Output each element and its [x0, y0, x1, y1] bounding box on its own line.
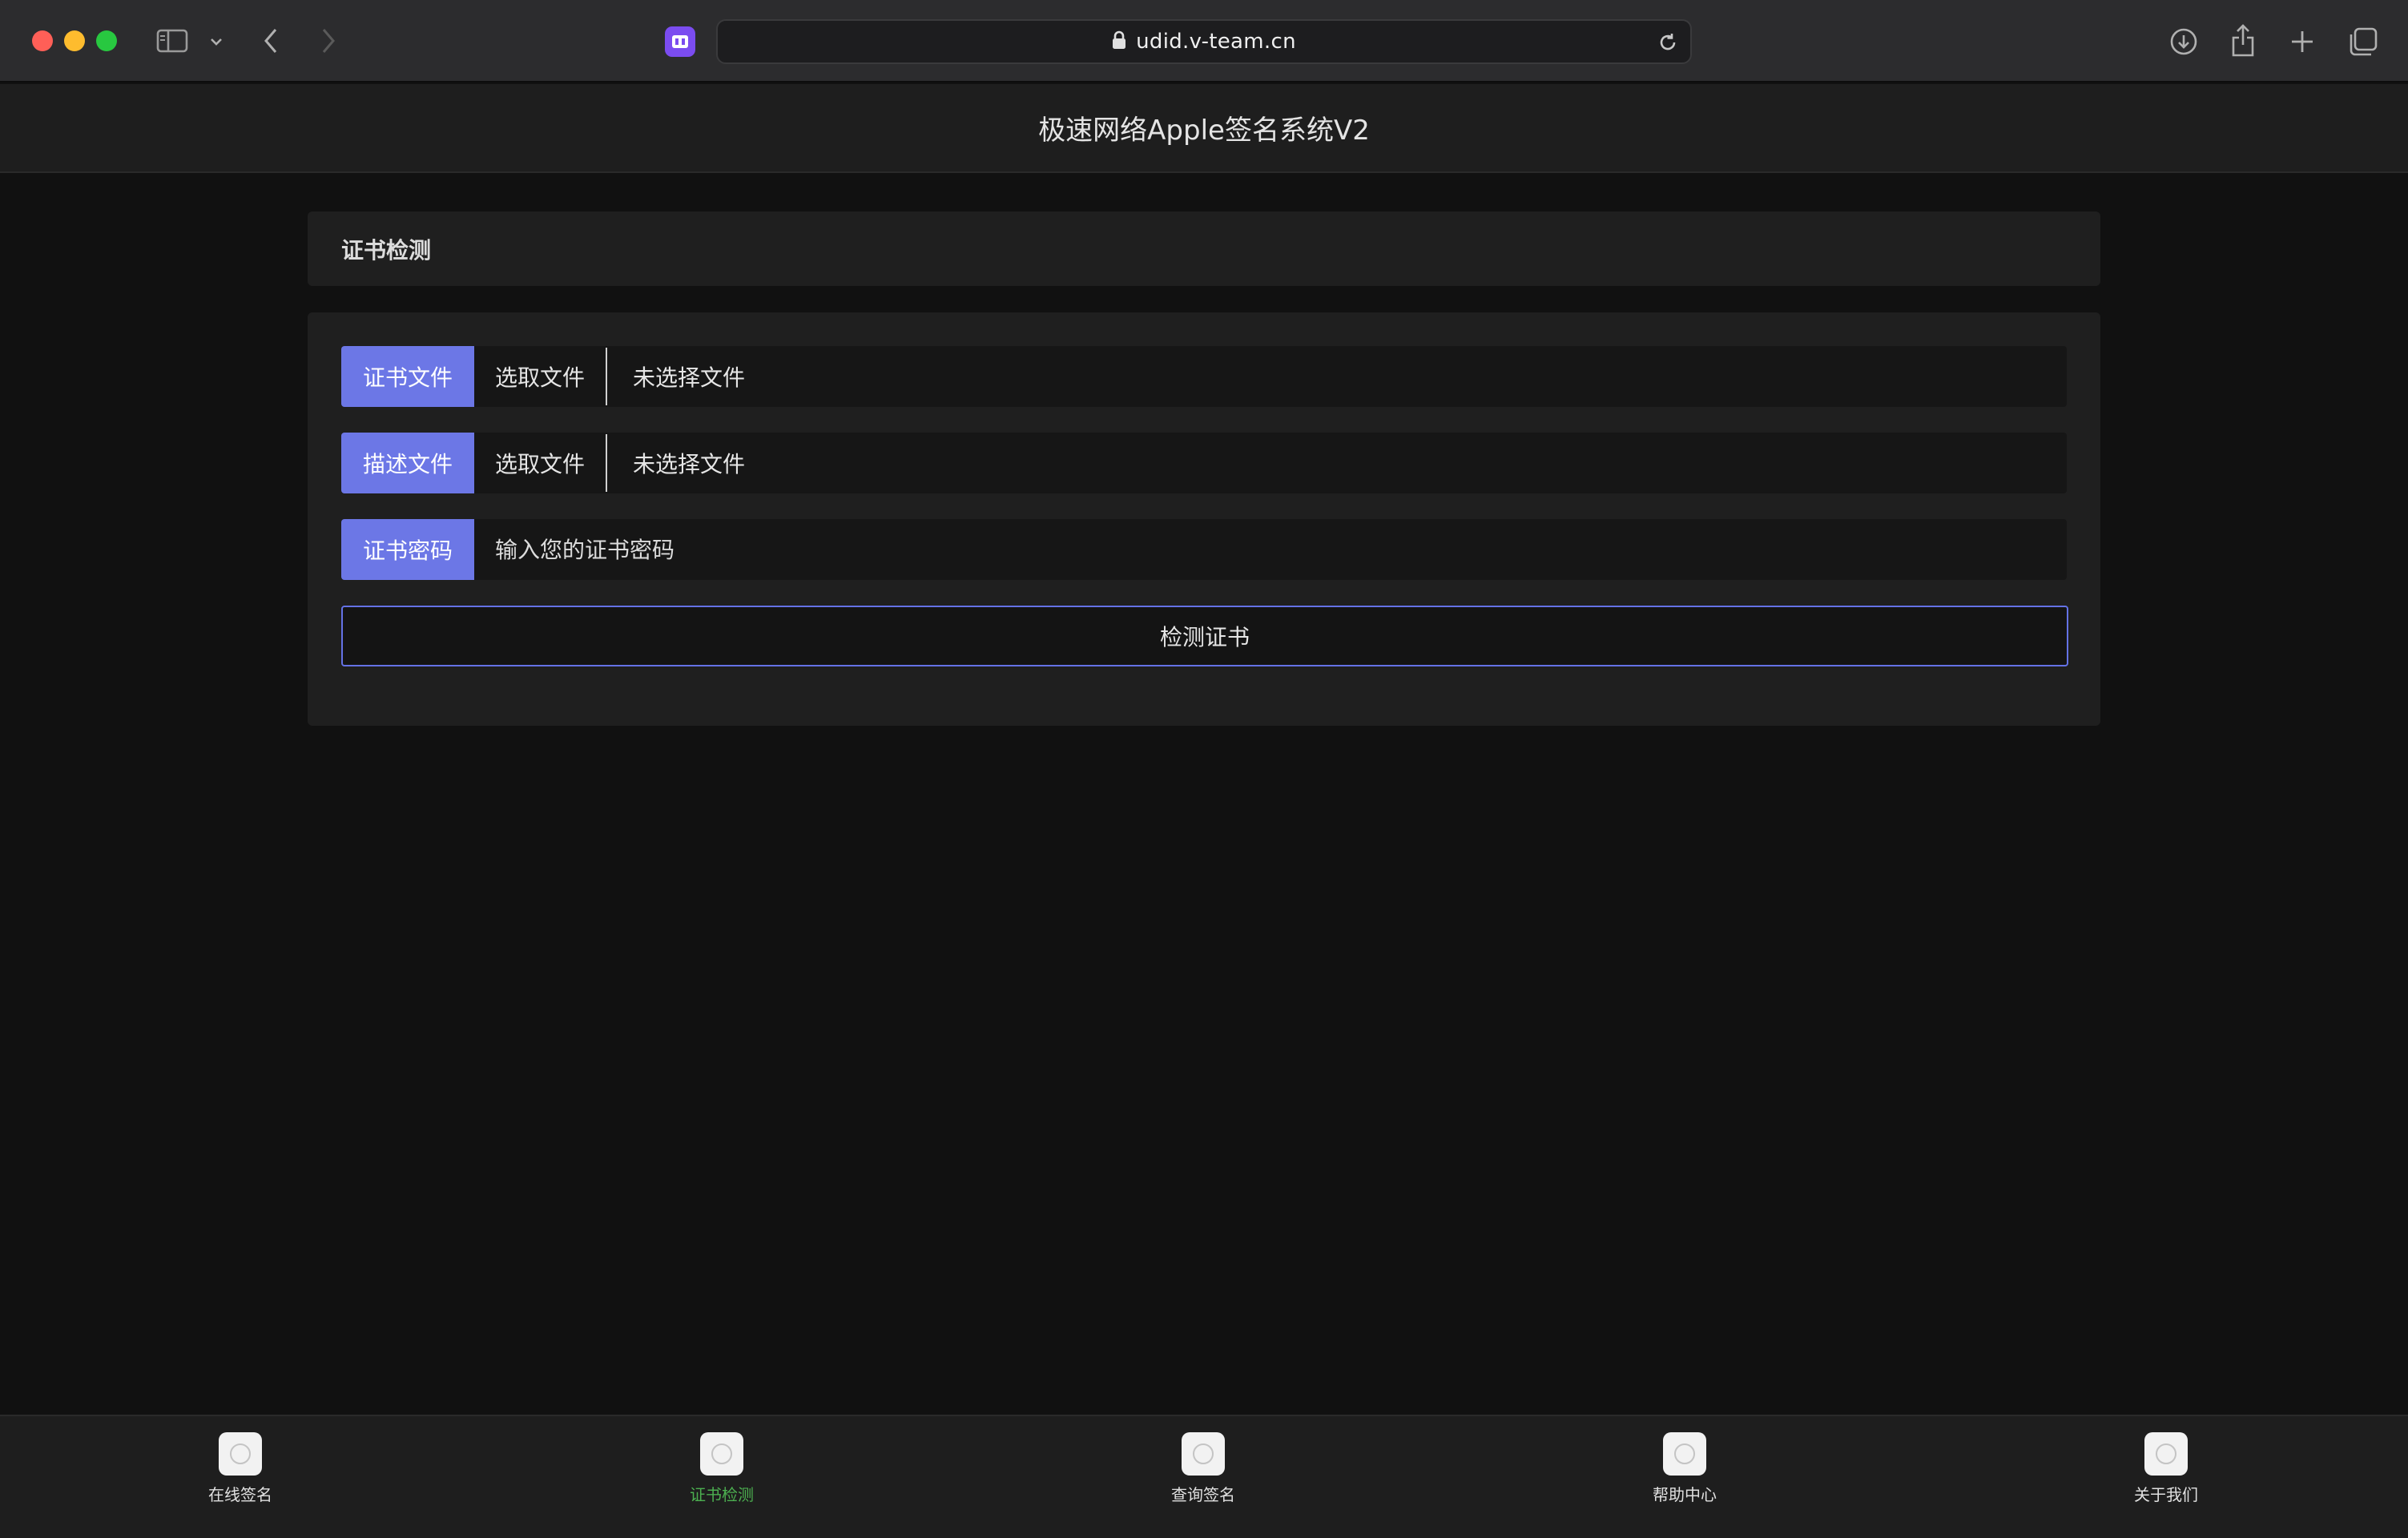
tab-overview-icon[interactable] [2347, 26, 2379, 58]
check-cert-button[interactable]: 检测证书 [341, 606, 2068, 666]
bottom-tab-bar: 在线签名 证书检测 查询签名 帮助中心 关于我们 [0, 1415, 2408, 1538]
zoom-window-button[interactable] [96, 30, 117, 51]
circle-icon [219, 1432, 262, 1476]
browser-window: udid.v-team.cn 极速网络Apple签名系统V2 证书检测 证书文件 [0, 0, 2408, 1538]
tab-label: 查询签名 [1171, 1485, 1235, 1504]
tab-label: 证书检测 [690, 1485, 754, 1504]
cert-password-input[interactable] [474, 519, 2067, 580]
share-icon[interactable] [2229, 22, 2257, 58]
page-header: 极速网络Apple签名系统V2 [0, 84, 2408, 173]
section-header-card: 证书检测 [308, 211, 2100, 286]
browser-toolbar: udid.v-team.cn [0, 0, 2408, 83]
url-text: udid.v-team.cn [1136, 30, 1296, 54]
close-window-button[interactable] [32, 30, 53, 51]
new-tab-icon[interactable] [2288, 27, 2317, 56]
tab-online-sign[interactable]: 在线签名 [160, 1432, 320, 1505]
tab-cert-check[interactable]: 证书检测 [642, 1432, 802, 1505]
address-bar[interactable]: udid.v-team.cn [716, 19, 1692, 64]
cert-file-label: 证书文件 [341, 346, 474, 407]
circle-icon [1182, 1432, 1225, 1476]
tab-label: 关于我们 [2134, 1485, 2198, 1504]
back-icon[interactable] [260, 26, 282, 56]
section-title: 证书检测 [341, 236, 432, 264]
profile-file-row: 描述文件 选取文件 未选择文件 [341, 433, 2067, 493]
tab-about-us[interactable]: 关于我们 [2086, 1432, 2246, 1505]
page-title: 极速网络Apple签名系统V2 [1038, 115, 1370, 147]
sidebar-toggle-icon[interactable] [155, 27, 189, 54]
forward-icon[interactable] [317, 26, 340, 56]
reload-icon[interactable] [1657, 31, 1679, 57]
cert-file-status: 未选择文件 [633, 364, 746, 391]
profile-file-status: 未选择文件 [633, 451, 746, 477]
profile-file-choose-button[interactable]: 选取文件 [474, 434, 608, 492]
download-icon[interactable] [2168, 26, 2200, 58]
tab-label: 帮助中心 [1653, 1485, 1717, 1504]
extension-icon[interactable] [665, 26, 695, 57]
minimize-window-button[interactable] [64, 30, 85, 51]
tab-query-sign[interactable]: 查询签名 [1123, 1432, 1283, 1505]
circle-icon [2144, 1432, 2188, 1476]
tab-label: 在线签名 [208, 1485, 272, 1504]
cert-password-label: 证书密码 [341, 519, 474, 580]
cert-file-row: 证书文件 选取文件 未选择文件 [341, 346, 2067, 407]
tab-help-center[interactable]: 帮助中心 [1605, 1432, 1765, 1505]
chevron-down-icon[interactable] [207, 32, 226, 51]
profile-file-label: 描述文件 [341, 433, 474, 493]
lock-icon [1112, 30, 1126, 53]
cert-check-form: 证书文件 选取文件 未选择文件 描述文件 选取文件 未选择文件 证书密码 检测证… [308, 312, 2100, 726]
cert-password-row: 证书密码 [341, 519, 2067, 580]
circle-icon [1663, 1432, 1706, 1476]
cert-file-choose-button[interactable]: 选取文件 [474, 348, 608, 405]
circle-icon [700, 1432, 743, 1476]
